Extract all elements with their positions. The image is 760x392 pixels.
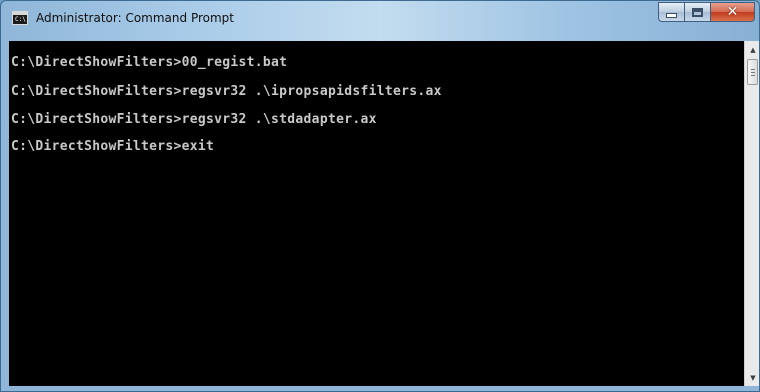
command-prompt-window: C:\ Administrator: Command Prompt ✕ C:\D… — [0, 0, 760, 392]
minimize-button[interactable] — [658, 2, 685, 22]
window-bottom-border — [1, 386, 759, 391]
window-title: Administrator: Command Prompt — [36, 11, 234, 25]
console-line: C:\DirectShowFilters>regsvr32 .\ipropsap… — [11, 84, 442, 99]
scrollbar-thumb[interactable] — [747, 59, 758, 85]
console-line: C:\DirectShowFilters>regsvr32 .\stdadapt… — [11, 112, 377, 127]
scroll-down-arrow-icon[interactable]: ▼ — [745, 369, 759, 386]
close-icon: ✕ — [726, 4, 739, 20]
close-button[interactable]: ✕ — [711, 2, 755, 22]
command-prompt-icon[interactable]: C:\ — [12, 11, 28, 25]
minimize-icon — [666, 13, 677, 18]
command-prompt-icon-text: C:\ — [15, 16, 26, 23]
maximize-icon — [692, 7, 703, 17]
console-line: C:\DirectShowFilters>exit — [11, 139, 215, 154]
maximize-button[interactable] — [685, 2, 711, 22]
vertical-scrollbar[interactable]: ▲ ▼ — [744, 41, 759, 386]
window-controls: ✕ — [658, 2, 755, 22]
console-line: C:\DirectShowFilters>00_regist.bat — [11, 55, 288, 70]
console-output[interactable]: C:\DirectShowFilters>00_regist.bat C:\Di… — [9, 41, 744, 386]
scroll-up-arrow-icon[interactable]: ▲ — [745, 41, 759, 58]
title-bar[interactable]: C:\ Administrator: Command Prompt ✕ — [1, 1, 759, 41]
